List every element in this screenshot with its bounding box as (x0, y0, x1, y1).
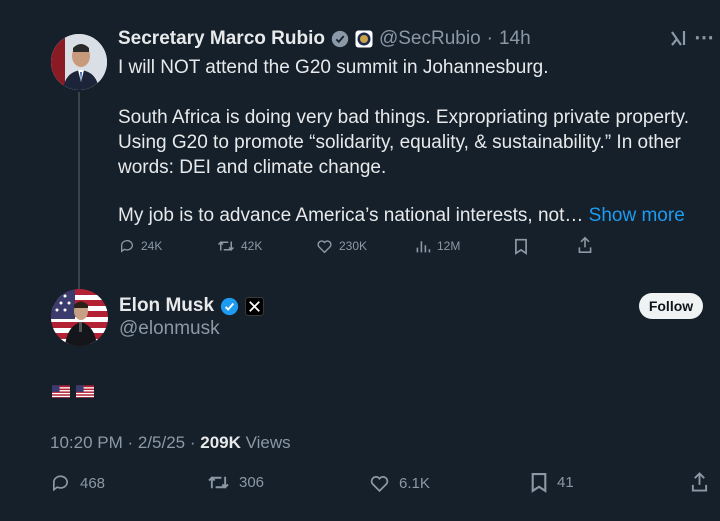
verified-badge-icon (220, 297, 239, 315)
reply-button[interactable]: 468 (50, 473, 105, 493)
views-count: 12M (437, 239, 461, 253)
author-name[interactable]: Elon Musk (119, 295, 214, 317)
author-handle[interactable]: @elonmusk (119, 318, 220, 340)
like-count: 230K (339, 239, 368, 253)
reply-icon (120, 240, 133, 253)
avatar-image (51, 34, 107, 90)
reply-icon (52, 475, 68, 492)
us-flag-icon (52, 385, 70, 398)
thread-connector-line (78, 92, 80, 292)
like-count: 6.1K (399, 474, 430, 492)
rubio-tweet-line-3: My job is to advance America’s national … (118, 203, 698, 228)
rubio-bookmark-button[interactable] (514, 238, 528, 255)
avatar-rubio[interactable] (51, 34, 107, 90)
reply-count: 468 (80, 474, 106, 492)
rubio-like-button[interactable]: 230K (316, 238, 367, 254)
post-content-flags (52, 383, 100, 401)
rubio-header: Secretary Marco Rubio @SecRubio · 14h (118, 28, 531, 50)
rubio-share-button[interactable] (577, 236, 593, 254)
rubio-tweet-text: My job is to advance America’s national … (118, 205, 584, 226)
show-more-link[interactable]: Show more (589, 205, 685, 226)
x-logo-icon (245, 296, 265, 316)
more-options-icon[interactable]: ⋯ (694, 25, 714, 50)
repost-count: 306 (239, 474, 265, 491)
like-button[interactable]: 6.1K (369, 473, 430, 493)
rubio-tweet-line-1: I will NOT attend the G20 summit in Joha… (118, 57, 549, 78)
post-timestamp[interactable]: 10:20 PM · 2/5/25 · (50, 433, 200, 452)
us-flag-icon (76, 385, 94, 398)
grok-icon[interactable] (669, 28, 689, 53)
repost-icon (208, 476, 229, 489)
reply-count: 24K (141, 239, 163, 253)
repost-button[interactable]: 306 (207, 473, 264, 492)
verified-badge-icon (331, 30, 349, 48)
avatar-musk[interactable] (51, 289, 108, 346)
views-label: Views (240, 433, 291, 452)
avatar-image (51, 289, 108, 346)
rubio-views-button[interactable]: 12M (415, 238, 460, 254)
repost-count: 42K (241, 239, 263, 253)
share-button[interactable] (690, 471, 709, 493)
rubio-repost-button[interactable]: 42K (217, 238, 262, 254)
state-department-seal-icon (355, 30, 373, 48)
post-meta: 10:20 PM · 2/5/25 · 209K Views (50, 433, 291, 453)
like-icon (317, 240, 332, 254)
repost-icon (217, 241, 235, 251)
musk-header: Elon Musk (119, 295, 265, 317)
follow-button[interactable]: Follow (639, 293, 703, 319)
separator-dot: · (486, 28, 493, 49)
bookmark-icon (531, 473, 547, 493)
author-handle[interactable]: @SecRubio (379, 28, 481, 50)
share-icon (578, 236, 592, 253)
author-name[interactable]: Secretary Marco Rubio (118, 28, 325, 50)
like-icon (370, 476, 389, 493)
bookmark-button[interactable]: 41 (530, 472, 574, 493)
views-count: 209K (200, 433, 241, 452)
views-icon (416, 241, 431, 253)
share-icon (691, 472, 708, 492)
rubio-reply-button[interactable]: 24K (119, 238, 162, 254)
bookmark-icon (515, 238, 527, 255)
post-time[interactable]: 14h (499, 28, 531, 50)
bookmark-count: 41 (557, 474, 574, 491)
rubio-tweet-line-2: South Africa is doing very bad things. E… (118, 107, 695, 178)
